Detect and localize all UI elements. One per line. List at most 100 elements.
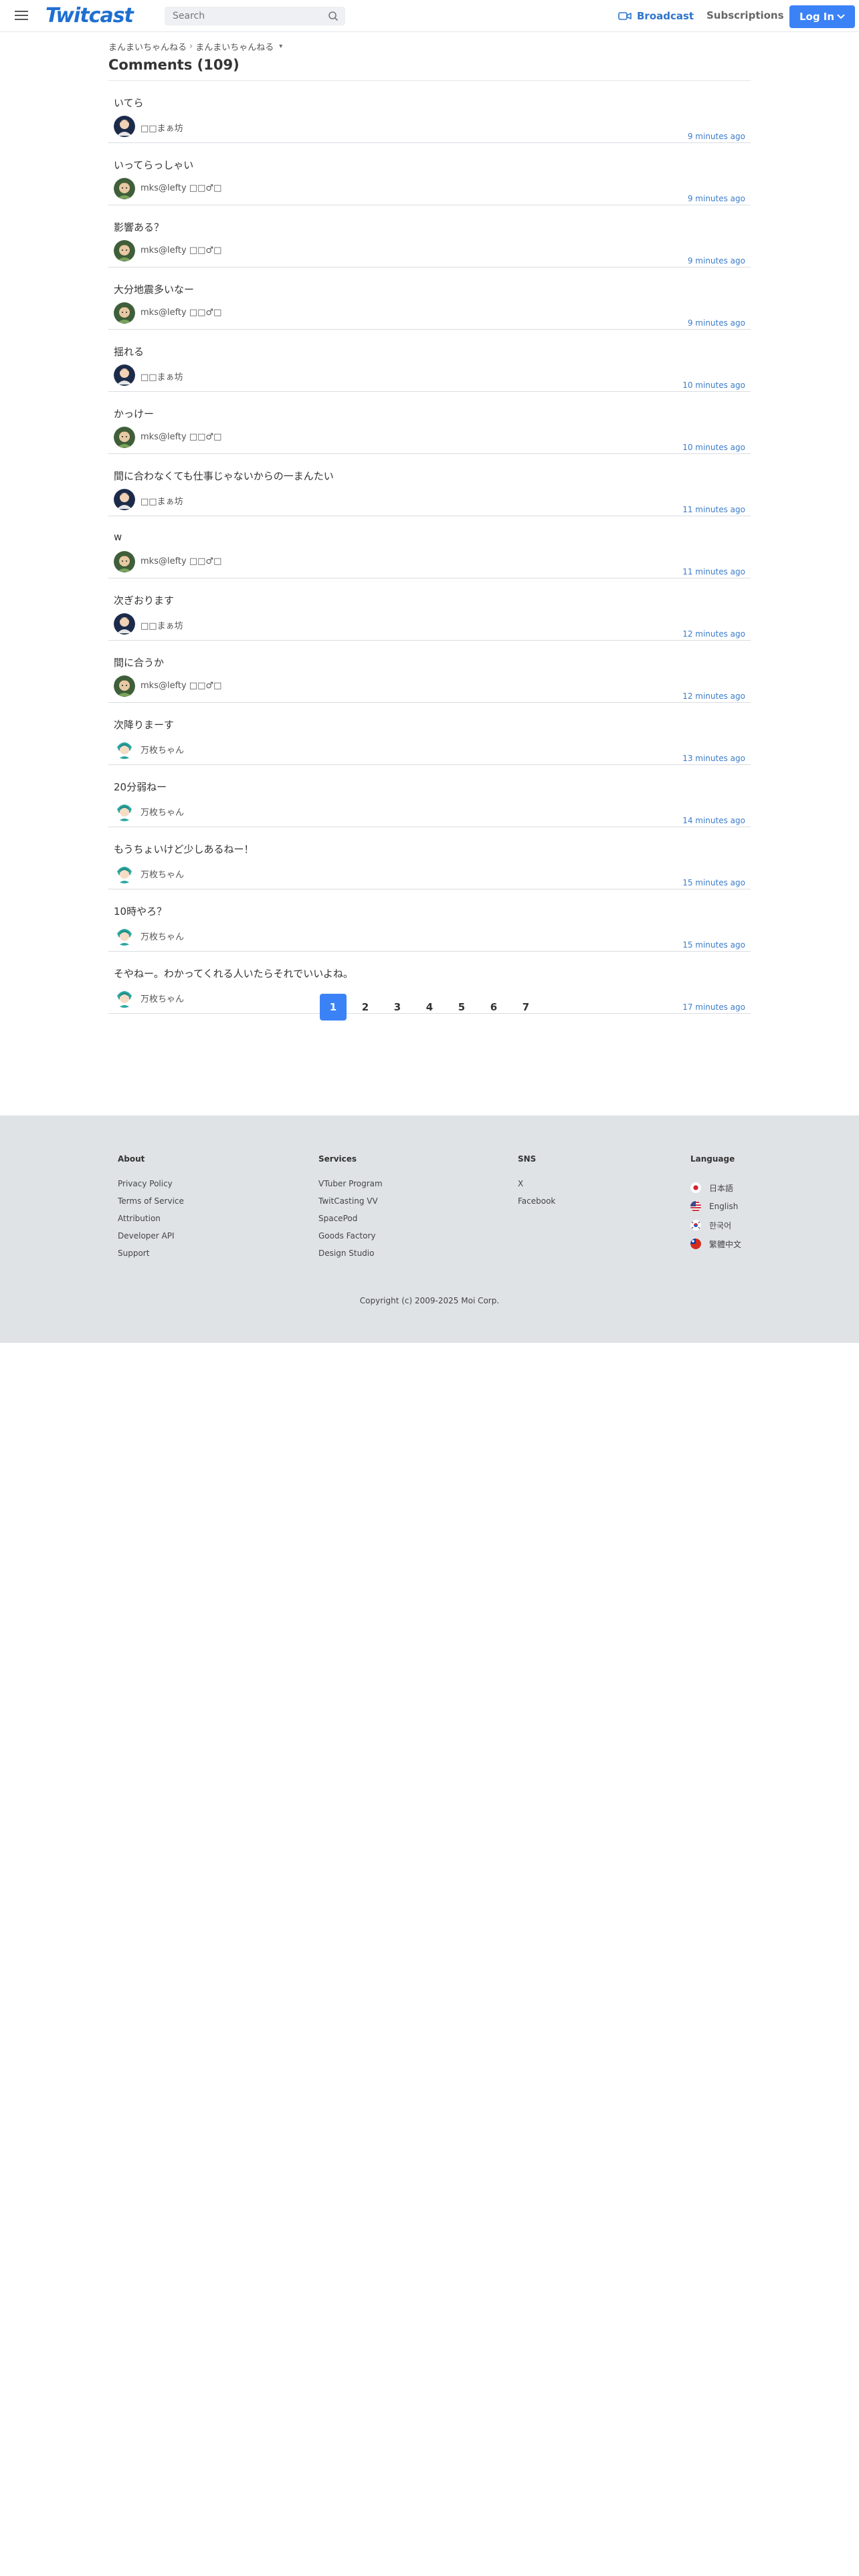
logo[interactable]: Twitcast — [45, 4, 134, 27]
footer-services: Services VTuber Program TwitCasting VV S… — [318, 1154, 383, 1265]
comment-user[interactable]: 万枚ちゃん — [140, 867, 184, 880]
comment-text: 揺れる — [114, 346, 145, 358]
comment-time[interactable]: 10 minutes ago — [682, 381, 745, 390]
comment-time[interactable]: 9 minutes ago — [688, 194, 745, 203]
footer-link-twitcasting-vv[interactable]: TwitCasting VV — [318, 1196, 383, 1213]
footer-heading: About — [118, 1154, 145, 1164]
footer-link-terms[interactable]: Terms of Service — [118, 1196, 184, 1213]
login-button[interactable]: Log In — [789, 5, 855, 28]
footer-link-x[interactable]: X — [518, 1178, 555, 1196]
comment-user[interactable]: □□まぁ坊 — [140, 370, 183, 383]
comment-time[interactable]: 9 minutes ago — [688, 132, 745, 141]
footer-link-vtuber[interactable]: VTuber Program — [318, 1178, 383, 1196]
comment-time[interactable]: 14 minutes ago — [682, 816, 745, 825]
comment-user[interactable]: 万枚ちゃん — [140, 930, 184, 942]
comment-time[interactable]: 15 minutes ago — [682, 940, 745, 950]
avatar[interactable] — [114, 116, 135, 137]
comment-text: いってらっしゃい — [114, 159, 194, 171]
avatar[interactable] — [114, 800, 135, 821]
comment-time[interactable]: 13 minutes ago — [682, 754, 745, 763]
search-input[interactable] — [165, 7, 318, 25]
page-title: Comments (109) — [108, 57, 240, 73]
comment-time[interactable]: 15 minutes ago — [682, 878, 745, 887]
comment-user[interactable]: mks@lefty □□♂□ — [140, 183, 221, 193]
footer-link-design-studio[interactable]: Design Studio — [318, 1248, 383, 1265]
language-label: 한국어 — [709, 1220, 732, 1230]
footer-link-spacepod[interactable]: SpacePod — [318, 1213, 383, 1230]
language-english[interactable]: English — [690, 1197, 741, 1216]
comment-user[interactable]: □□まぁ坊 — [140, 619, 183, 631]
search-icon[interactable] — [328, 11, 339, 21]
footer-link-attribution[interactable]: Attribution — [118, 1213, 184, 1230]
comment-user[interactable]: mks@lefty □□♂□ — [140, 432, 221, 442]
comment-user[interactable]: mks@lefty □□♂□ — [140, 308, 221, 318]
login-label: Log In — [799, 11, 835, 23]
page-button-7[interactable]: 7 — [512, 994, 539, 1021]
comment-item: いってらっしゃい mks@lefty □□♂□ 9 minutes ago — [108, 143, 751, 205]
comment-item: 次降りまーす 万枚ちゃん 13 minutes ago — [108, 703, 751, 765]
comment-text: かっけー — [114, 408, 155, 420]
comment-user[interactable]: mks@lefty □□♂□ — [140, 681, 221, 691]
comment-item: 間に合うか mks@lefty □□♂□ 12 minutes ago — [108, 641, 751, 703]
page-button-6[interactable]: 6 — [480, 994, 507, 1021]
comment-text: 次ぎおります — [114, 595, 175, 607]
comment-time[interactable]: 9 minutes ago — [688, 256, 745, 265]
avatar[interactable] — [114, 178, 135, 199]
language-traditional-chinese[interactable]: 繁體中文 — [690, 1235, 741, 1253]
page-button-2[interactable]: 2 — [352, 994, 379, 1021]
comment-user[interactable]: □□まぁ坊 — [140, 494, 183, 507]
language-label: English — [709, 1202, 739, 1211]
avatar[interactable] — [114, 240, 135, 261]
breadcrumb-item[interactable]: まんまいちゃんねる — [195, 40, 274, 53]
page-button-5[interactable]: 5 — [448, 994, 475, 1021]
avatar[interactable] — [114, 302, 135, 324]
comment-user[interactable]: mks@lefty □□♂□ — [140, 556, 221, 566]
comment-time[interactable]: 12 minutes ago — [682, 629, 745, 639]
avatar[interactable] — [114, 489, 135, 510]
footer-heading: SNS — [518, 1154, 537, 1164]
broadcast-button[interactable]: Broadcast — [618, 8, 694, 24]
avatar[interactable] — [114, 551, 135, 572]
comment-time[interactable]: 9 minutes ago — [688, 318, 745, 328]
page-button-3[interactable]: 3 — [384, 994, 411, 1021]
chevron-down-icon[interactable]: ▾ — [279, 43, 282, 50]
footer-sns: SNS X Facebook — [518, 1154, 555, 1213]
subscriptions-link[interactable]: Subscriptions — [706, 9, 784, 21]
footer-language: Language 日本語 English 한국어 繁體中文 — [690, 1154, 741, 1253]
comment-text: もうちょいけど少しあるねー！ — [114, 843, 254, 855]
avatar[interactable] — [114, 924, 135, 946]
avatar[interactable] — [114, 613, 135, 635]
footer-heading: Services — [318, 1154, 357, 1164]
comment-user[interactable]: 万枚ちゃん — [140, 743, 184, 756]
avatar[interactable] — [114, 862, 135, 883]
avatar[interactable] — [114, 364, 135, 386]
comment-item: 間に合わなくても仕事じゃないからの一まんたい □□まぁ坊 11 minutes ag… — [108, 454, 751, 516]
comment-time[interactable]: 11 minutes ago — [682, 567, 745, 576]
comment-text: そやねー。わかってくれる人いたらそれでいいよね。 — [114, 968, 353, 980]
avatar[interactable] — [114, 427, 135, 448]
avatar[interactable] — [114, 738, 135, 759]
language-label: 日本語 — [709, 1183, 734, 1193]
comment-time[interactable]: 10 minutes ago — [682, 443, 745, 452]
footer-link-privacy[interactable]: Privacy Policy — [118, 1178, 184, 1196]
comment-user[interactable]: mks@lefty □□♂□ — [140, 245, 221, 255]
comment-time[interactable]: 12 minutes ago — [682, 691, 745, 701]
comment-user[interactable]: □□まぁ坊 — [140, 121, 183, 134]
footer-link-facebook[interactable]: Facebook — [518, 1196, 555, 1213]
page-button-1[interactable]: 1 — [320, 994, 347, 1021]
copyright: Copyright (c) 2009-2025 Moi Corp. — [359, 1296, 500, 1305]
language-japanese[interactable]: 日本語 — [690, 1178, 741, 1197]
breadcrumb-item[interactable]: まんまいちゃんねる — [108, 40, 187, 53]
footer-link-developer-api[interactable]: Developer API — [118, 1230, 184, 1248]
main-content: まんまいちゃんねる › まんまいちゃんねる ▾ Comments (109) い… — [108, 39, 751, 1014]
page-button-4[interactable]: 4 — [416, 994, 443, 1021]
footer-link-goods-factory[interactable]: Goods Factory — [318, 1230, 383, 1248]
comment-user[interactable]: 万枚ちゃん — [140, 805, 184, 818]
broadcast-label: Broadcast — [637, 10, 694, 22]
avatar[interactable] — [114, 675, 135, 697]
comment-text: 10時やろ？ — [114, 905, 167, 918]
comment-time[interactable]: 11 minutes ago — [682, 505, 745, 514]
menu-icon[interactable] — [13, 8, 29, 24]
language-korean[interactable]: 한국어 — [690, 1216, 741, 1235]
footer-link-support[interactable]: Support — [118, 1248, 184, 1265]
